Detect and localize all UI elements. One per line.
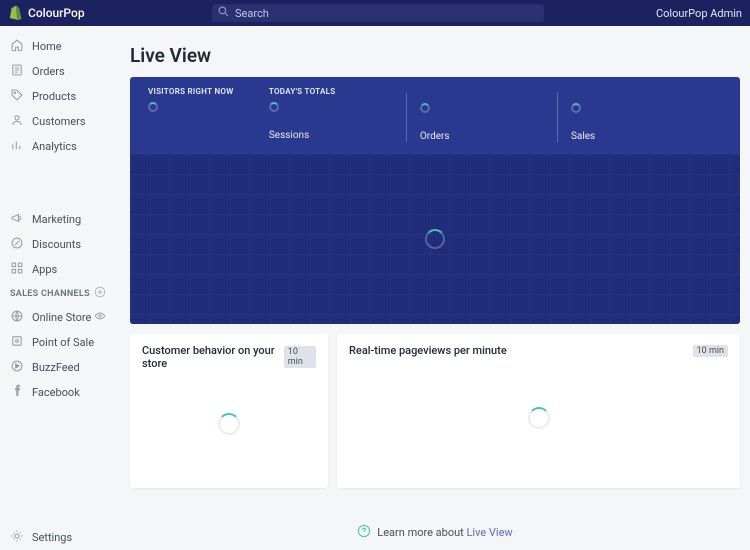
card-pageviews: Real-time pageviews per minute 10 min (337, 334, 740, 488)
main-content: Live View VISITORS RIGHT NOW TODAY'S TOT… (116, 26, 750, 550)
nav-label: Analytics (32, 140, 77, 153)
admin-label[interactable]: ColourPop Admin (656, 7, 742, 20)
sales-block: Sales (571, 87, 722, 142)
visitors-block: VISITORS RIGHT NOW (148, 87, 269, 142)
spinner-icon (269, 102, 279, 112)
nav-marketing[interactable]: Marketing (0, 207, 116, 232)
nav-discounts[interactable]: Discounts (0, 232, 116, 257)
nav-analytics[interactable]: Analytics (0, 134, 116, 159)
visitors-label: VISITORS RIGHT NOW (148, 87, 269, 96)
buzzfeed-icon (10, 359, 24, 376)
footer-help: Learn more about Live View (130, 524, 740, 541)
card-title: Real-time pageviews per minute (349, 344, 507, 357)
topbar: ColourPop ColourPop Admin (0, 0, 750, 26)
channel-pos[interactable]: Point of Sale (0, 330, 116, 355)
card-customer-behavior: Customer behavior on your store 10 min (130, 334, 328, 488)
store-icon (10, 309, 24, 326)
sales-label: Sales (571, 131, 722, 142)
spinner-icon (148, 102, 158, 112)
customers-icon (10, 113, 24, 130)
home-icon (10, 38, 24, 55)
spinner-icon (218, 413, 240, 435)
nav-customers[interactable]: Customers (0, 109, 116, 134)
spinner-icon (528, 407, 550, 429)
discount-icon (10, 236, 24, 253)
channel-buzzfeed[interactable]: BuzzFeed (0, 355, 116, 380)
channels-header-label: SALES CHANNELS (10, 289, 90, 299)
spinner-icon (571, 103, 581, 113)
nav-label: Marketing (32, 213, 81, 226)
brand-name[interactable]: ColourPop (28, 6, 85, 20)
spinner-icon (420, 103, 430, 113)
nav-label: Customers (32, 115, 86, 128)
analytics-icon (10, 138, 24, 155)
footer-link[interactable]: Live View (467, 526, 513, 539)
nav-label: Products (32, 90, 76, 103)
nav-orders[interactable]: Orders (0, 59, 116, 84)
live-hero: VISITORS RIGHT NOW TODAY'S TOTALS Sessio… (130, 77, 740, 324)
eye-icon[interactable] (94, 310, 106, 325)
time-badge: 10 min (284, 346, 316, 368)
sessions-block: TODAY'S TOTALS Sessions (269, 87, 420, 142)
nav-products[interactable]: Products (0, 84, 116, 109)
gear-icon (10, 529, 24, 546)
search-input[interactable] (235, 7, 538, 20)
add-channel-icon[interactable] (94, 286, 106, 301)
totals-label: TODAY'S TOTALS (269, 87, 420, 96)
search-field[interactable] (212, 4, 544, 22)
search-wrap (212, 4, 544, 22)
footer-text: Learn more about Live View (377, 526, 512, 539)
sidebar: Home Orders Products Customers Analytics… (0, 26, 116, 550)
channel-online-store[interactable]: Online Store (0, 305, 116, 330)
nav-home[interactable]: Home (0, 34, 116, 59)
channel-label: BuzzFeed (32, 361, 80, 374)
nav-label: Settings (32, 531, 72, 544)
time-badge: 10 min (693, 345, 728, 357)
channels-header: SALES CHANNELS (0, 282, 116, 305)
facebook-icon (10, 384, 24, 401)
help-icon (357, 524, 371, 541)
nav-settings[interactable]: Settings (0, 525, 116, 550)
megaphone-icon (10, 211, 24, 228)
pos-icon (10, 334, 24, 351)
hero-chart-area (130, 154, 740, 324)
page-title: Live View (130, 44, 740, 67)
nav-label: Discounts (32, 238, 81, 251)
spinner-icon (425, 229, 445, 249)
nav-label: Apps (32, 263, 57, 276)
channel-label: Point of Sale (32, 336, 94, 349)
search-icon (218, 6, 229, 21)
channel-label: Facebook (32, 386, 80, 399)
sessions-label: Sessions (269, 130, 420, 141)
nav-label: Home (32, 40, 62, 53)
tag-icon (10, 88, 24, 105)
apps-icon (10, 261, 24, 278)
channel-facebook[interactable]: Facebook (0, 380, 116, 405)
orders-label: Orders (420, 131, 571, 142)
brand-wrap: ColourPop (8, 5, 208, 21)
channel-label: Online Store (32, 311, 91, 324)
orders-icon (10, 63, 24, 80)
orders-block: Orders (420, 87, 571, 142)
nav-apps[interactable]: Apps (0, 257, 116, 282)
shopify-logo-icon (8, 5, 22, 21)
card-title: Customer behavior on your store (142, 344, 284, 370)
nav-label: Orders (32, 65, 65, 78)
